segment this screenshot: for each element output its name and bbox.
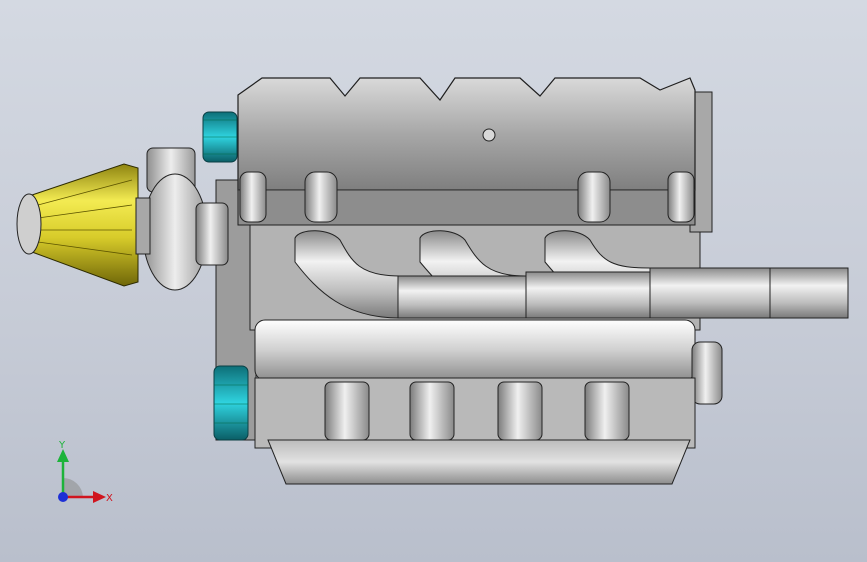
axis-label-y: Y [58, 440, 66, 451]
axis-label-x: X [106, 493, 113, 504]
oil-pan [267, 439, 691, 485]
timing-pulley-bottom [213, 365, 249, 441]
valve-cover-top [237, 77, 696, 226]
z-axis-dot [58, 492, 68, 502]
turbo-housing [142, 147, 229, 291]
air-filter [16, 163, 151, 287]
engine-model[interactable] [0, 0, 867, 562]
graphics-viewport[interactable]: Y X [0, 0, 867, 562]
cylinder-bank-lower [254, 319, 723, 449]
coordinate-triad: Y X [57, 440, 113, 504]
timing-pulley-top [202, 111, 238, 163]
